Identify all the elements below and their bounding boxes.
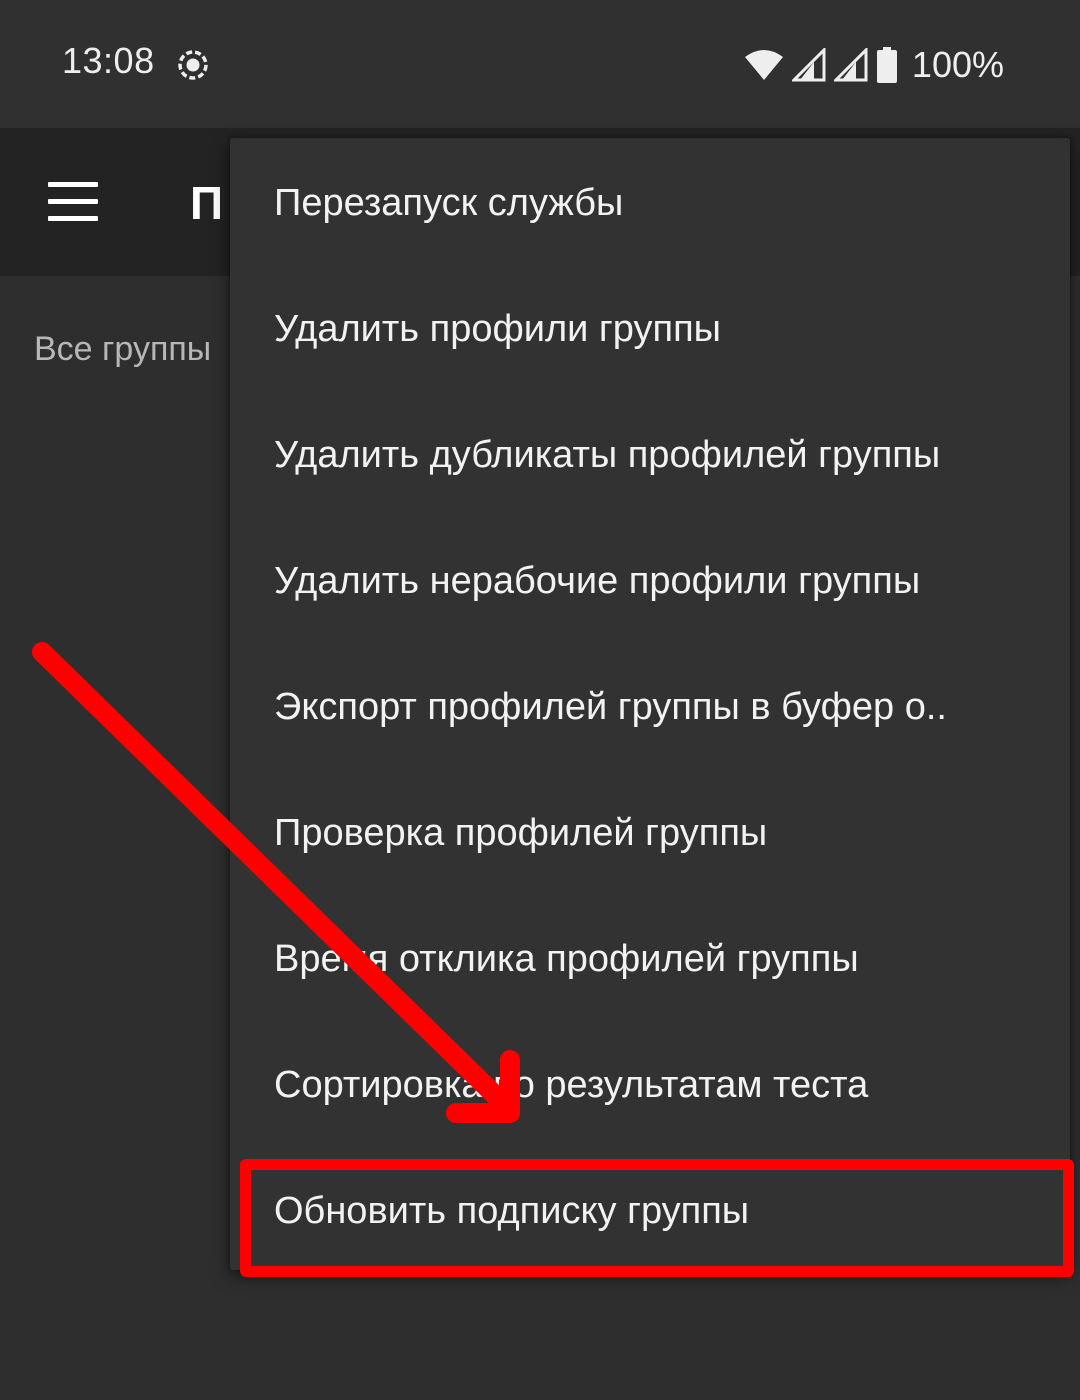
wifi-icon xyxy=(744,50,783,80)
status-bar: 13:08 100% xyxy=(0,0,1080,128)
menu-item-delete-group-profiles[interactable]: Удалить профили группы xyxy=(230,266,1070,392)
menu-item-sort-by-test[interactable]: Сортировка по результатам теста xyxy=(230,1022,1070,1148)
screen-record-icon xyxy=(178,50,208,80)
status-time: 13:08 xyxy=(62,40,155,81)
page-title: П xyxy=(190,177,224,229)
tab-all-groups[interactable]: Все группы xyxy=(34,330,211,369)
menu-item-restart-service[interactable]: Перезапуск службы xyxy=(230,140,1070,266)
menu-item-delete-broken-profiles[interactable]: Удалить нерабочие профили группы xyxy=(230,518,1070,644)
status-icons: 100% xyxy=(744,38,1004,92)
hamburger-menu-icon[interactable] xyxy=(48,182,98,222)
highlight-box xyxy=(240,1159,1074,1277)
battery-percent: 100% xyxy=(911,44,1004,85)
menu-item-check-profiles[interactable]: Проверка профилей группы xyxy=(230,770,1070,896)
battery-icon xyxy=(876,47,897,83)
overflow-menu: Перезапуск службы Удалить профили группы… xyxy=(230,138,1070,1270)
signal-icon xyxy=(791,48,826,82)
menu-item-response-time[interactable]: Время отклика профилей группы xyxy=(230,896,1070,1022)
signal-icon xyxy=(833,48,868,82)
menu-item-export-to-clipboard[interactable]: Экспорт профилей группы в буфер о.. xyxy=(230,644,1070,770)
menu-item-delete-duplicate-profiles[interactable]: Удалить дубликаты профилей группы xyxy=(230,392,1070,518)
